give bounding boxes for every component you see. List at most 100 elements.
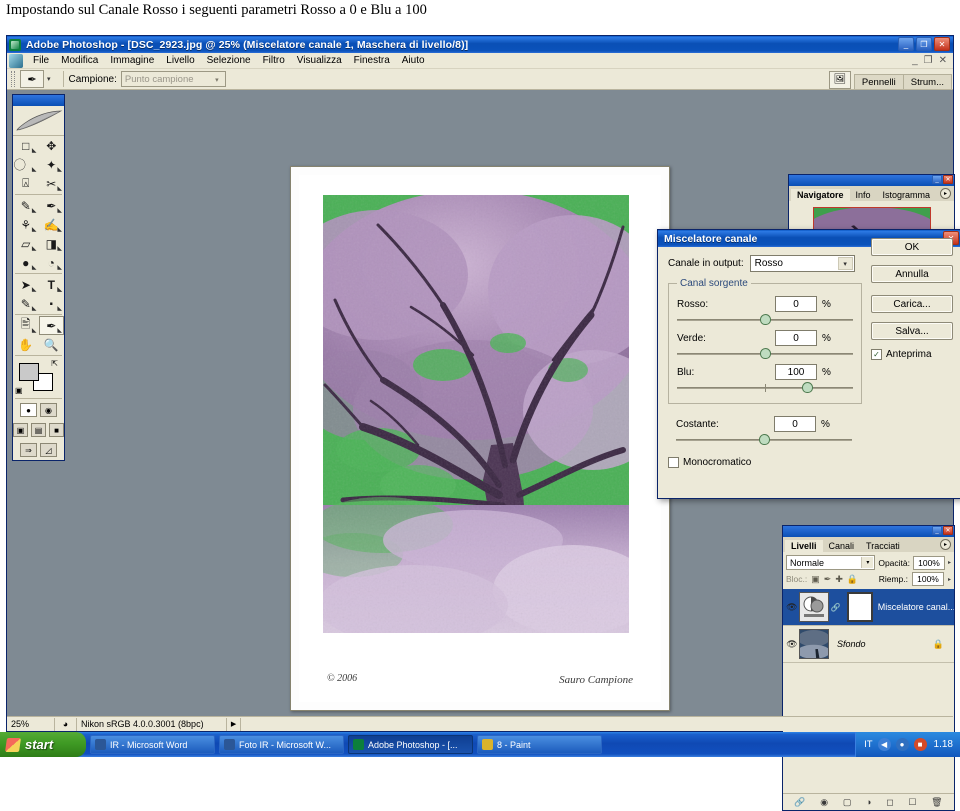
slider-thumb[interactable] — [759, 348, 771, 359]
close-button[interactable]: ✕ — [943, 526, 953, 535]
tab-canali[interactable]: Canali — [822, 540, 861, 552]
close-button[interactable]: ✕ — [934, 37, 950, 51]
layer-mask-icon[interactable]: ▢ — [843, 797, 852, 808]
doc-sizes-icon[interactable]: ◕ — [55, 717, 77, 731]
slider-thumb[interactable] — [801, 382, 813, 393]
back-arrow-icon[interactable]: ◀ — [877, 738, 891, 751]
foreground-color-swatch[interactable] — [19, 363, 39, 381]
lasso-tool[interactable]: ⃝◣ — [13, 155, 39, 174]
network-icon[interactable]: ■ — [913, 738, 927, 751]
navigator-title-bar[interactable]: _ ✕ — [789, 175, 954, 186]
save-button[interactable]: Salva... — [871, 322, 953, 340]
pen-tool[interactable]: ✎ ◣ — [13, 294, 39, 313]
eyedropper-icon[interactable]: ✒ — [20, 70, 44, 88]
red-value-input[interactable]: 0 — [775, 296, 817, 312]
slice-tool[interactable]: ✂ ◣ — [39, 174, 65, 193]
taskbar-item-foto-ir[interactable]: Foto IR - Microsoft W... — [219, 735, 344, 754]
notes-tool[interactable]: 🖹 ◣ — [13, 316, 39, 335]
link-mask-icon[interactable]: 🔗 — [831, 603, 841, 612]
menu-visualizza[interactable]: Visualizza — [291, 54, 348, 67]
load-button[interactable]: Carica... — [871, 295, 953, 313]
restore-button[interactable]: ❐ — [916, 37, 932, 51]
green-value-input[interactable]: 0 — [775, 330, 817, 346]
blue-value-input[interactable]: 100 — [775, 364, 817, 380]
fill-stepper-icon[interactable]: ▸ — [948, 576, 951, 583]
dodge-tool[interactable]: ◔ ◣ — [39, 253, 65, 272]
jump-to-imageready-icon[interactable]: ⇒ — [20, 443, 37, 457]
minimize-button[interactable]: _ — [932, 175, 942, 184]
path-selection-tool[interactable]: ➤ ◣ — [13, 275, 39, 294]
chevron-down-icon[interactable]: ▾ — [47, 75, 51, 83]
green-slider[interactable] — [677, 347, 853, 361]
edit-in-quick-mask-mode-icon[interactable]: ◉ — [40, 403, 57, 417]
toolbox-title-bar[interactable] — [13, 95, 64, 106]
doc-minimize-button[interactable]: _ — [912, 55, 918, 66]
clock[interactable]: 1.18 — [934, 739, 953, 750]
doc-close-button[interactable]: ✕ — [939, 55, 947, 66]
opacity-value[interactable]: 100% — [912, 555, 945, 570]
taskbar-item-paint[interactable]: 8 - Paint — [477, 735, 602, 754]
fill-value[interactable]: 100% — [911, 572, 944, 586]
adjustment-layer-icon[interactable]: ◑ — [866, 797, 871, 807]
crop-tool[interactable]: ⍓ — [13, 174, 39, 193]
blend-mode-select[interactable]: Normale ▾ — [786, 555, 876, 570]
menu-finestra[interactable]: Finestra — [348, 54, 396, 67]
layer-mask-thumbnail[interactable] — [846, 592, 873, 622]
brush-tool[interactable]: ✒ ◣ — [39, 196, 65, 215]
status-menu-icon[interactable]: ▶ — [227, 717, 241, 731]
start-button[interactable]: start — [0, 732, 86, 757]
layer-thumbnail[interactable] — [799, 629, 829, 659]
constant-slider[interactable] — [676, 433, 852, 447]
healing-brush-tool[interactable]: ✎ ◣ — [13, 196, 39, 215]
edit-in-standard-mode-icon[interactable]: ● — [20, 403, 37, 417]
lock-position-icon[interactable]: ✚ — [835, 574, 843, 585]
full-screen-mode-icon[interactable]: ■ — [49, 423, 64, 437]
slider-thumb[interactable] — [759, 314, 771, 325]
tab-istogramma[interactable]: Istogramma — [876, 189, 937, 201]
lock-all-icon[interactable]: 🔒 — [847, 574, 858, 585]
ok-button[interactable]: OK — [871, 238, 953, 256]
menu-livello[interactable]: Livello — [160, 54, 200, 67]
palette-tab-pennelli[interactable]: Pennelli — [853, 74, 904, 89]
red-slider[interactable] — [677, 313, 853, 327]
eyedropper-tool[interactable]: ✒ ◣ — [38, 316, 64, 335]
menu-filtro[interactable]: Filtro — [257, 54, 291, 67]
document-window[interactable]: © 2006 Sauro Campione — [290, 166, 670, 711]
doc-restore-button[interactable]: ❐ — [924, 55, 933, 66]
clone-stamp-tool[interactable]: ⚘ ◣ — [13, 215, 39, 234]
move-tool[interactable]: ✥ — [39, 136, 65, 155]
standard-screen-mode-icon[interactable]: ▣ — [13, 423, 28, 437]
options-bar-grip[interactable] — [11, 71, 15, 87]
close-button[interactable]: ✕ — [943, 175, 953, 184]
tab-info[interactable]: Info — [849, 189, 877, 201]
jump-icon[interactable]: ◿ — [40, 443, 57, 457]
new-group-icon[interactable]: ◻ — [886, 797, 893, 808]
layer-thumbnail[interactable] — [798, 592, 829, 622]
tab-tracciati[interactable]: Tracciati — [860, 540, 906, 552]
tab-navigatore[interactable]: Navigatore — [791, 189, 850, 201]
full-screen-with-menubar-icon[interactable]: ▤ — [31, 423, 46, 437]
language-indicator[interactable]: IT — [864, 739, 872, 750]
cancel-button[interactable]: Annulla — [871, 265, 953, 283]
menu-selezione[interactable]: Selezione — [201, 54, 257, 67]
default-colors-icon[interactable]: ▣ — [15, 386, 23, 395]
blue-slider[interactable] — [677, 381, 853, 395]
opacity-stepper-icon[interactable]: ▸ — [948, 559, 951, 566]
preview-checkbox[interactable]: ✓ — [871, 349, 882, 360]
taskbar-item-word[interactable]: IR - Microsoft Word — [90, 735, 215, 754]
layer-style-icon[interactable]: ◉ — [820, 797, 828, 808]
menu-modifica[interactable]: Modifica — [55, 54, 104, 67]
antivirus-icon[interactable]: ● — [895, 738, 909, 751]
menu-file[interactable]: File — [27, 54, 55, 67]
swap-colors-icon[interactable]: ⇱ — [51, 359, 58, 368]
new-layer-icon[interactable]: ☐ — [908, 797, 916, 808]
table-row[interactable]: 👁 Sfondo 🔒 — [783, 626, 954, 663]
layers-title-bar[interactable]: _ ✕ — [783, 526, 954, 537]
lock-transparent-pixels-icon[interactable]: ▣ — [811, 574, 820, 585]
constant-value-input[interactable]: 0 — [774, 416, 816, 432]
eraser-tool[interactable]: ▱ ◣ — [13, 234, 39, 253]
preview-row[interactable]: ✓ Anteprima — [871, 349, 953, 360]
slider-thumb[interactable] — [758, 434, 770, 445]
go-to-bridge-icon[interactable]: 🖼 — [828, 70, 851, 89]
gradient-tool[interactable]: ◨ ◣ — [39, 234, 65, 253]
